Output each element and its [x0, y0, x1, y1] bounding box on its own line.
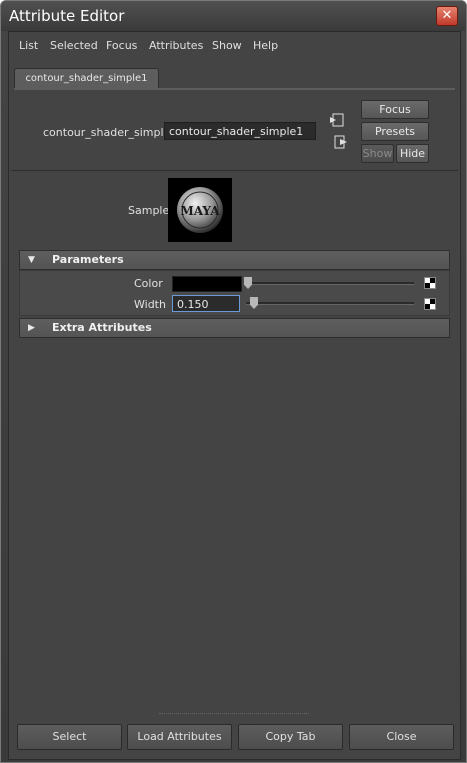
- presets-button[interactable]: Presets: [361, 122, 429, 141]
- focus-button[interactable]: Focus: [361, 100, 429, 119]
- width-slider-track[interactable]: [246, 302, 414, 305]
- close-button[interactable]: Close: [349, 724, 454, 750]
- copy-tab-button[interactable]: Copy Tab: [238, 724, 343, 750]
- collapse-arrow-icon: ▼: [28, 255, 35, 265]
- parameters-header-label: Parameters: [52, 253, 124, 266]
- node-name-field[interactable]: contour_shader_simple1: [164, 122, 316, 140]
- extra-attributes-section-header[interactable]: ▶ Extra Attributes: [19, 318, 450, 338]
- parameters-section-header[interactable]: ▼ Parameters: [19, 250, 450, 270]
- sample-label: Sample: [128, 204, 170, 217]
- resize-grip[interactable]: [159, 713, 309, 717]
- sample-swatch: MAYA: [168, 178, 232, 242]
- menu-list[interactable]: List: [19, 39, 38, 52]
- output-connection-icon[interactable]: [334, 135, 348, 149]
- width-label: Width: [134, 298, 166, 311]
- maya-logo-icon: MAYA: [177, 187, 223, 233]
- title-bar[interactable]: Attribute Editor ✕: [1, 1, 466, 31]
- color-slider-track[interactable]: [246, 282, 414, 285]
- header-divider: [11, 170, 458, 171]
- show-button[interactable]: Show: [361, 144, 394, 163]
- expand-arrow-icon: ▶: [28, 323, 35, 333]
- menu-help[interactable]: Help: [253, 39, 278, 52]
- input-connection-icon[interactable]: [330, 113, 344, 127]
- menu-show[interactable]: Show: [212, 39, 242, 52]
- menu-attributes[interactable]: Attributes: [149, 39, 203, 52]
- menu-focus[interactable]: Focus: [106, 39, 137, 52]
- hide-button[interactable]: Hide: [396, 144, 429, 163]
- color-slider-thumb[interactable]: [244, 277, 252, 289]
- parameters-body: Color Width 0.150: [19, 270, 450, 316]
- menu-bar: List Selected Focus Attributes Show Help: [9, 32, 460, 58]
- select-button[interactable]: Select: [17, 724, 122, 750]
- color-swatch[interactable]: [172, 276, 242, 292]
- node-type-label: contour_shader_simple:: [43, 126, 175, 139]
- svg-text:MAYA: MAYA: [180, 204, 220, 218]
- extra-attributes-header-label: Extra Attributes: [52, 321, 152, 334]
- parameters-frame: ▼ Parameters Color Width 0.150 ▶ Extra A…: [19, 250, 450, 338]
- tab-contour-shader[interactable]: contour_shader_simple1: [14, 68, 159, 89]
- window-title: Attribute Editor: [9, 7, 125, 25]
- menu-selected[interactable]: Selected: [50, 39, 98, 52]
- width-input[interactable]: 0.150: [172, 295, 240, 312]
- load-attributes-button[interactable]: Load Attributes: [127, 724, 232, 750]
- width-map-button-icon[interactable]: [424, 298, 436, 310]
- window-close-button[interactable]: ✕: [436, 6, 458, 26]
- attribute-editor-window: Attribute Editor ✕ List Selected Focus A…: [0, 0, 467, 763]
- editor-client-area: List Selected Focus Attributes Show Help…: [8, 31, 461, 760]
- width-slider-thumb[interactable]: [250, 297, 258, 309]
- color-map-button-icon[interactable]: [424, 277, 436, 289]
- tab-underline: [14, 88, 455, 90]
- color-label: Color: [134, 277, 163, 290]
